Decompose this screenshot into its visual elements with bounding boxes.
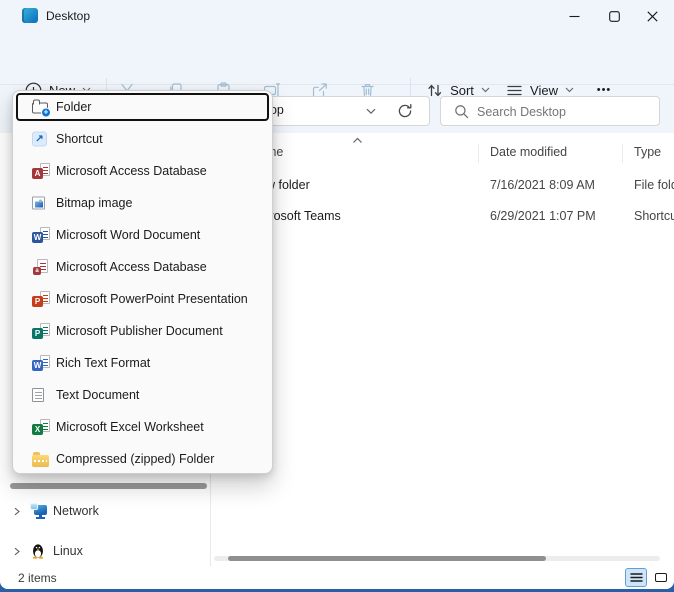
menu-item-excel-worksheet[interactable]: X Microsoft Excel Worksheet	[13, 411, 272, 443]
horizontal-scrollbar-thumb[interactable]	[228, 556, 546, 561]
menu-item-word-document[interactable]: W Microsoft Word Document	[13, 219, 272, 251]
ellipsis-icon: •••	[596, 84, 612, 96]
column-separator[interactable]	[622, 144, 623, 163]
chevron-right-icon[interactable]	[13, 507, 21, 516]
menu-item-access-database-2[interactable]: a Microsoft Access Database	[13, 251, 272, 283]
large-icons-view-icon	[655, 573, 667, 582]
search-icon	[454, 104, 469, 119]
column-header-type[interactable]: Type	[634, 145, 661, 159]
minimize-icon	[569, 15, 579, 17]
file-list-pane: Name Date modified Type New folder 7/16/…	[211, 133, 674, 566]
maximize-icon	[608, 10, 620, 22]
menu-item-access-database[interactable]: A Microsoft Access Database	[13, 155, 272, 187]
chevron-down-icon	[565, 87, 574, 93]
close-button[interactable]	[632, 0, 672, 32]
menu-item-rich-text-format[interactable]: W Rich Text Format	[13, 347, 272, 379]
chevron-right-icon[interactable]	[13, 547, 21, 556]
title-bar: Desktop	[0, 0, 674, 32]
refresh-icon	[398, 103, 412, 118]
shortcut-icon: ↗	[32, 131, 47, 147]
minimize-button[interactable]	[554, 0, 594, 32]
details-view-button[interactable]	[625, 568, 647, 587]
publisher-icon: P	[32, 323, 50, 339]
new-menu: + Folder ↗ Shortcut A Microsoft Access D…	[12, 90, 273, 474]
refresh-button[interactable]	[397, 103, 413, 119]
sort-ascending-icon	[352, 137, 363, 144]
file-row-microsoft-teams[interactable]: Microsoft Teams 6/29/2021 1:07 PM Shortc…	[211, 201, 674, 232]
menu-item-publisher-document[interactable]: P Microsoft Publisher Document	[13, 315, 272, 347]
menu-item-compressed-folder[interactable]: Compressed (zipped) Folder	[13, 443, 272, 475]
window-title: Desktop	[46, 9, 91, 23]
sidebar-item-network[interactable]: Network	[0, 496, 208, 526]
focus-ring	[16, 93, 269, 121]
search-placeholder: Search Desktop	[477, 105, 566, 119]
horizontal-scrollbar[interactable]	[214, 556, 660, 561]
sidebar-item-linux[interactable]: Linux	[0, 536, 208, 566]
address-dropdown-chevron[interactable]	[366, 108, 376, 115]
access-database-doc-icon: a	[32, 259, 50, 275]
menu-item-shortcut[interactable]: ↗ Shortcut	[13, 123, 272, 155]
menu-item-folder[interactable]: + Folder	[13, 91, 272, 123]
status-bar: 2 items	[0, 566, 674, 589]
zip-folder-icon	[32, 452, 49, 467]
access-database-icon: A	[32, 163, 50, 179]
new-folder-icon: +	[32, 99, 51, 118]
menu-item-text-document[interactable]: Text Document	[13, 379, 272, 411]
command-toolbar: New	[0, 32, 674, 102]
sidebar-horizontal-scrollbar[interactable]	[10, 483, 207, 489]
search-input[interactable]: Search Desktop	[440, 96, 660, 126]
close-icon	[646, 10, 658, 22]
powerpoint-icon: P	[32, 291, 50, 307]
text-document-icon	[32, 388, 44, 402]
column-header-date-modified[interactable]: Date modified	[490, 145, 567, 159]
rich-text-icon: W	[32, 355, 50, 371]
word-document-icon: W	[32, 227, 50, 243]
network-icon	[30, 503, 48, 519]
column-separator[interactable]	[478, 144, 479, 163]
menu-item-powerpoint-presentation[interactable]: P Microsoft PowerPoint Presentation	[13, 283, 272, 315]
maximize-button[interactable]	[594, 0, 634, 32]
linux-tux-icon	[31, 542, 45, 559]
details-view-icon	[629, 573, 643, 582]
excel-icon: X	[32, 419, 50, 435]
menu-item-bitmap-image[interactable]: Bitmap image	[13, 187, 272, 219]
large-icons-view-button[interactable]	[650, 568, 672, 587]
file-row-new-folder[interactable]: New folder 7/16/2021 8:09 AM File folder	[211, 170, 674, 201]
chevron-down-icon	[366, 108, 376, 115]
items-count: 2 items	[18, 571, 57, 585]
chevron-down-icon	[481, 87, 490, 93]
desktop-folder-icon	[22, 8, 38, 23]
bitmap-image-icon	[32, 196, 45, 210]
file-explorer-window: Desktop New	[0, 0, 674, 589]
